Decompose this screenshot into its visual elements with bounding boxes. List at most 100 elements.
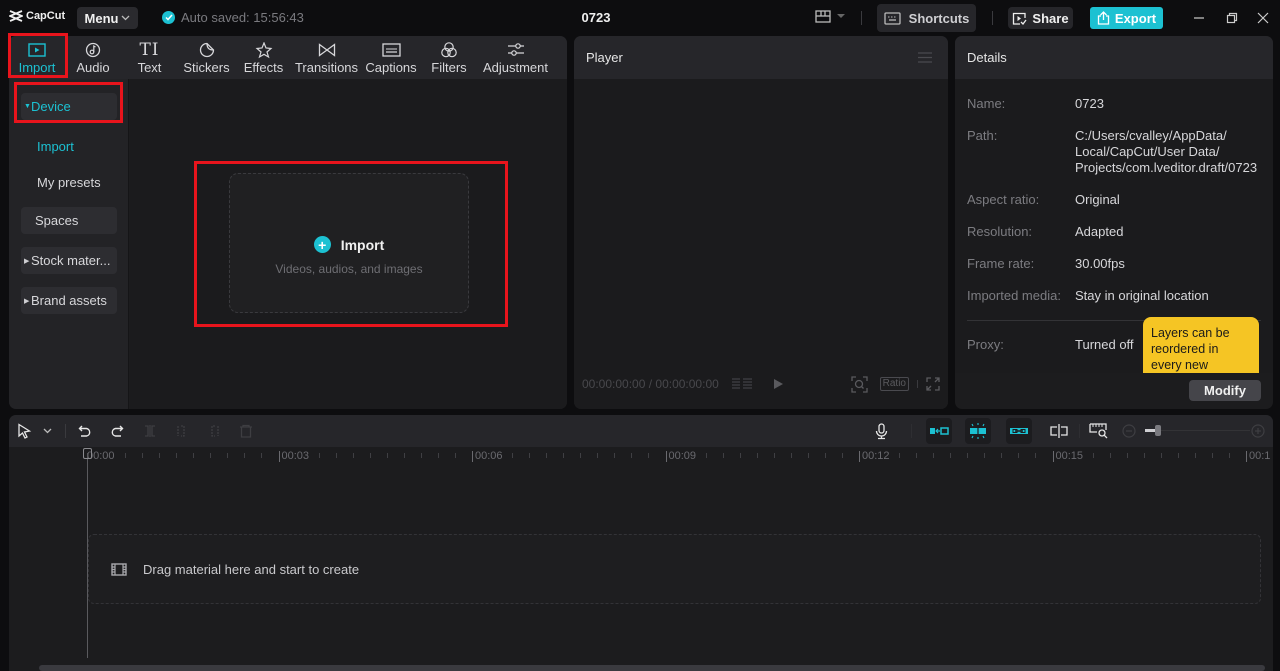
share-button[interactable]: Share bbox=[1008, 7, 1073, 29]
ruler-tick bbox=[142, 453, 144, 458]
import-subtitle: Videos, audios, and images bbox=[275, 262, 423, 276]
delete-left-button[interactable] bbox=[175, 421, 189, 441]
menu-button[interactable]: Menu bbox=[77, 7, 138, 29]
delete-button[interactable] bbox=[239, 421, 253, 441]
tab-filters[interactable]: Filters bbox=[421, 36, 477, 79]
tab-transitions[interactable]: Transitions bbox=[292, 36, 361, 79]
undo-button[interactable] bbox=[78, 421, 92, 441]
shortcuts-button[interactable]: Shortcuts bbox=[877, 4, 976, 32]
ruler-tick bbox=[529, 453, 531, 458]
restore-icon bbox=[1226, 12, 1238, 24]
export-button[interactable]: Export bbox=[1090, 7, 1163, 29]
caret-down-icon: ▼ bbox=[24, 103, 31, 110]
sidebar-item-import[interactable]: Import bbox=[37, 139, 74, 154]
snap-icon bbox=[970, 423, 986, 439]
ruler-tick bbox=[841, 453, 843, 458]
tab-effects[interactable]: Effects bbox=[235, 36, 292, 79]
timeline-dropzone[interactable]: Drag material here and start to create bbox=[88, 534, 1261, 604]
detail-row-frame-rate: Frame rate: 30.00fps bbox=[967, 256, 1125, 271]
zoom-out-button[interactable] bbox=[1122, 421, 1136, 441]
timeline-thumbnail-icon[interactable] bbox=[731, 377, 753, 391]
divider bbox=[917, 380, 918, 388]
zoom-out-icon bbox=[1122, 424, 1136, 438]
ruler-tick bbox=[1177, 453, 1179, 458]
close-button[interactable] bbox=[1255, 10, 1271, 26]
redo-icon bbox=[111, 425, 124, 437]
ruler-tick bbox=[899, 453, 900, 458]
divider bbox=[911, 424, 912, 438]
tab-captions[interactable]: Captions bbox=[361, 36, 421, 79]
zoom-fit-icon[interactable] bbox=[850, 375, 868, 393]
ruler-tick bbox=[1018, 453, 1020, 458]
keyboard-icon bbox=[884, 11, 901, 25]
split-button[interactable] bbox=[143, 421, 157, 441]
ruler-label: 00:06 bbox=[472, 451, 503, 462]
timeline-scrollbar[interactable] bbox=[39, 665, 1265, 671]
tooltip: Layers can be reordered in every new bbox=[1143, 317, 1259, 373]
tab-import[interactable]: Import bbox=[9, 36, 65, 79]
ruler-tick bbox=[1194, 453, 1196, 458]
ruler-tick bbox=[824, 453, 826, 458]
import-dropzone[interactable]: + Import Videos, audios, and images bbox=[229, 173, 469, 313]
restore-button[interactable] bbox=[1224, 10, 1240, 26]
ruler-label: 00:1 bbox=[1246, 451, 1270, 462]
film-icon bbox=[111, 562, 127, 576]
modify-button[interactable]: Modify bbox=[1189, 380, 1261, 401]
divider bbox=[65, 424, 66, 438]
tab-adjustment[interactable]: Adjustment bbox=[477, 36, 554, 79]
ruler-tick bbox=[176, 453, 178, 458]
zoom-in-button[interactable] bbox=[1251, 421, 1265, 441]
tab-audio[interactable]: Audio bbox=[65, 36, 121, 79]
ruler-tick bbox=[631, 453, 633, 458]
plus-icon: + bbox=[313, 236, 331, 253]
record-audio-button[interactable] bbox=[875, 421, 888, 441]
ruler-tick bbox=[648, 453, 650, 458]
fullscreen-icon[interactable] bbox=[926, 377, 940, 391]
hamburger-menu-icon[interactable] bbox=[918, 52, 932, 63]
zoom-slider-handle[interactable] bbox=[1155, 425, 1161, 436]
ruler-tick bbox=[790, 453, 792, 458]
sidebar-item-brand-assets[interactable]: ▶ Brand assets bbox=[21, 287, 117, 314]
ruler-tick bbox=[403, 453, 405, 458]
layout-button[interactable] bbox=[815, 10, 845, 23]
ratio-button[interactable]: Ratio bbox=[879, 377, 909, 391]
sidebar-item-stock-material[interactable]: ▶ Stock mater... bbox=[21, 247, 117, 274]
ruler-tick bbox=[335, 453, 337, 458]
play-icon[interactable] bbox=[773, 378, 784, 390]
minimize-icon bbox=[1194, 17, 1204, 19]
tab-stickers[interactable]: Stickers bbox=[178, 36, 235, 79]
ruler-label: 00:03 bbox=[278, 451, 309, 462]
ruler-tick bbox=[1092, 453, 1094, 458]
minimize-button[interactable] bbox=[1191, 10, 1207, 26]
time-ruler[interactable]: 00:00 00:03 00:06 00:09 00:12 00:15 00:1 bbox=[9, 447, 1273, 469]
playhead-handle[interactable] bbox=[83, 448, 92, 459]
ruler-tick bbox=[244, 453, 246, 458]
ruler-tick bbox=[563, 453, 565, 458]
zoom-to-fit-button[interactable] bbox=[1089, 421, 1109, 441]
preview-axis-button[interactable] bbox=[1049, 421, 1069, 441]
redo-button[interactable] bbox=[110, 421, 124, 441]
main-track-magnet-toggle[interactable] bbox=[926, 418, 952, 444]
delete-right-button[interactable] bbox=[207, 421, 221, 441]
upload-icon bbox=[1097, 11, 1110, 25]
linkage-toggle[interactable] bbox=[1006, 418, 1032, 444]
auto-snapping-toggle[interactable] bbox=[965, 418, 991, 444]
timeline-panel: 00:00 00:03 00:06 00:09 00:12 00:15 00:1 Drag … bbox=[9, 415, 1273, 671]
layout-icon bbox=[815, 10, 831, 23]
transitions-icon bbox=[318, 43, 335, 57]
ruler-tick bbox=[1160, 453, 1162, 458]
details-title: Details bbox=[967, 50, 1007, 65]
tab-text[interactable]: TI Text bbox=[121, 36, 178, 79]
captions-icon bbox=[381, 43, 401, 57]
ruler-tick bbox=[210, 453, 212, 458]
sidebar-item-spaces[interactable]: Spaces bbox=[21, 207, 117, 234]
sidebar-item-device[interactable]: ▼ Device bbox=[21, 93, 117, 120]
project-title: 0723 bbox=[581, 10, 611, 25]
sidebar-item-my-presets[interactable]: My presets bbox=[37, 175, 101, 190]
adjustment-icon bbox=[507, 43, 524, 56]
capcut-logo: CapCut bbox=[9, 10, 65, 22]
text-icon: TI bbox=[139, 40, 160, 60]
select-tool-button[interactable] bbox=[17, 421, 32, 441]
magnet-track-icon bbox=[930, 427, 949, 435]
select-tool-dropdown[interactable] bbox=[43, 421, 52, 441]
